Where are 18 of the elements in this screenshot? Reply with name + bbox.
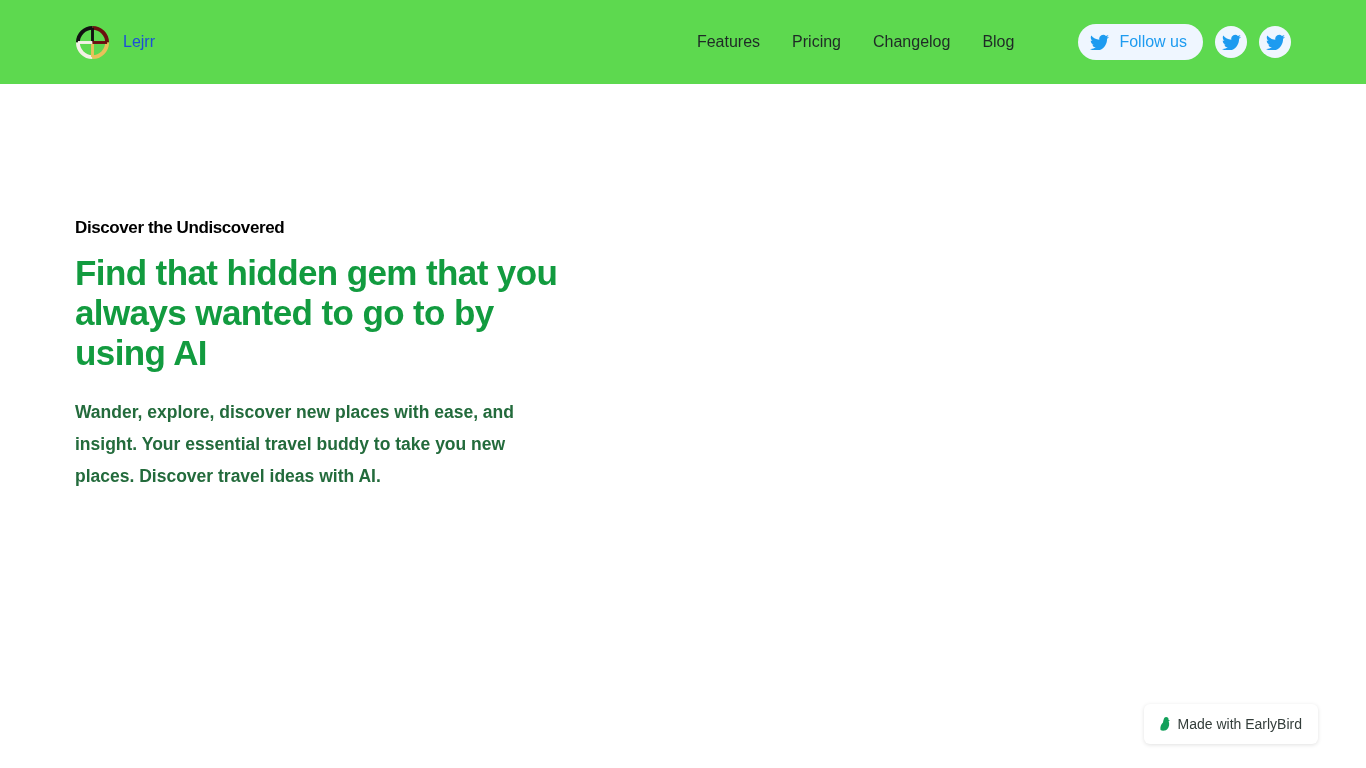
bird-icon [1221, 34, 1241, 50]
social-button[interactable] [1215, 26, 1247, 58]
bird-icon [1265, 34, 1285, 50]
nav-link[interactable]: Blog [982, 33, 1015, 51]
eyebrow-text: Discover the Undiscovered [75, 217, 286, 239]
bird-icon [1090, 34, 1110, 50]
badge-label: Made with EarlyBird [1177, 716, 1302, 732]
logo-link[interactable]: Lejrr [75, 24, 155, 60]
nav-link[interactable]: Changelog [873, 33, 951, 51]
nav-link[interactable]: Pricing [792, 33, 841, 51]
hero-headline: Find that hidden gem that you always wanted to go to by using AI [75, 253, 559, 373]
brand-name: Lejrr [123, 33, 155, 51]
bird-icon [1159, 717, 1170, 731]
quartered-circle-icon [75, 24, 110, 60]
social-button[interactable] [1259, 26, 1291, 58]
made-with-badge[interactable]: Made with EarlyBird [1143, 704, 1318, 744]
nav-link[interactable]: Features [696, 33, 761, 51]
hero-description: Wander, explore, discover new places with ease, and insight. Your essential travel buddy to take you new places. Discover travel ideas with AI. [75, 401, 515, 488]
